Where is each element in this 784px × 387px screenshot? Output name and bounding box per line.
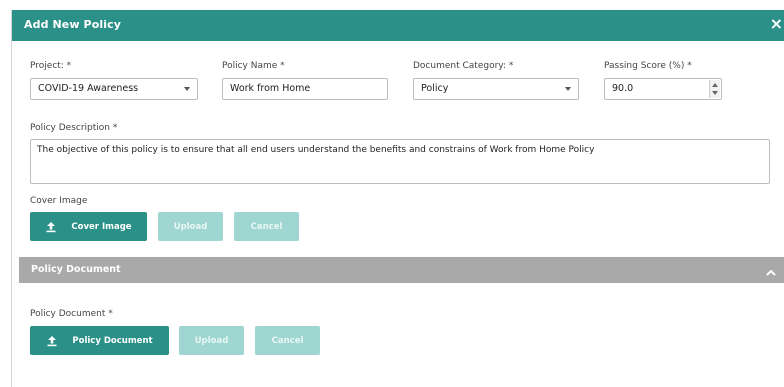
policy-name-input[interactable]: Work from Home: [222, 78, 388, 100]
policy-description-label: Policy Description *: [30, 123, 118, 133]
document-category-select[interactable]: Policy: [413, 78, 579, 100]
project-select-value: COVID-19 Awareness: [38, 83, 139, 94]
dialog-title-bar: Add New Policy ×: [12, 10, 784, 41]
passing-score-stepper[interactable]: [709, 80, 720, 98]
policy-description-textarea[interactable]: The objective of this policy is to ensur…: [30, 139, 770, 184]
passing-score-label: Passing Score (%) *: [604, 61, 692, 71]
upload-icon: [46, 335, 58, 347]
passing-score-input[interactable]: 90.0: [604, 78, 722, 100]
cover-image-label: Cover Image: [30, 196, 88, 206]
document-category-value: Policy: [421, 83, 449, 94]
section-title: Policy Document: [31, 264, 121, 275]
close-icon[interactable]: ×: [770, 15, 783, 33]
stepper-down-icon[interactable]: [712, 91, 718, 95]
cover-image-button-label: Cover Image: [71, 221, 132, 232]
chevron-down-icon: [565, 87, 571, 91]
policy-document-button-label: Policy Document: [72, 335, 153, 346]
document-category-label: Document Category: *: [413, 61, 514, 71]
stepper-up-icon[interactable]: [712, 83, 718, 87]
policy-name-label: Policy Name *: [222, 61, 285, 71]
policy-document-button[interactable]: Policy Document: [30, 326, 169, 355]
cover-image-button[interactable]: Cover Image: [30, 212, 147, 241]
chevron-up-icon[interactable]: [765, 264, 777, 276]
document-cancel-button[interactable]: Cancel: [255, 326, 320, 355]
passing-score-value: 90.0: [612, 83, 634, 94]
project-select[interactable]: COVID-19 Awareness: [30, 78, 198, 100]
policy-name-value: Work from Home: [230, 83, 311, 94]
policy-document-label: Policy Document *: [30, 309, 113, 319]
policy-document-section-header[interactable]: Policy Document: [19, 257, 784, 283]
add-policy-dialog: Add New Policy × Project: * Policy Name …: [11, 10, 784, 387]
project-label: Project: *: [30, 61, 72, 71]
dialog-title: Add New Policy: [24, 18, 121, 31]
cover-cancel-button[interactable]: Cancel: [234, 212, 299, 241]
upload-icon: [45, 221, 57, 233]
document-upload-button[interactable]: Upload: [179, 326, 244, 355]
chevron-down-icon: [184, 87, 190, 91]
cover-upload-button[interactable]: Upload: [158, 212, 223, 241]
